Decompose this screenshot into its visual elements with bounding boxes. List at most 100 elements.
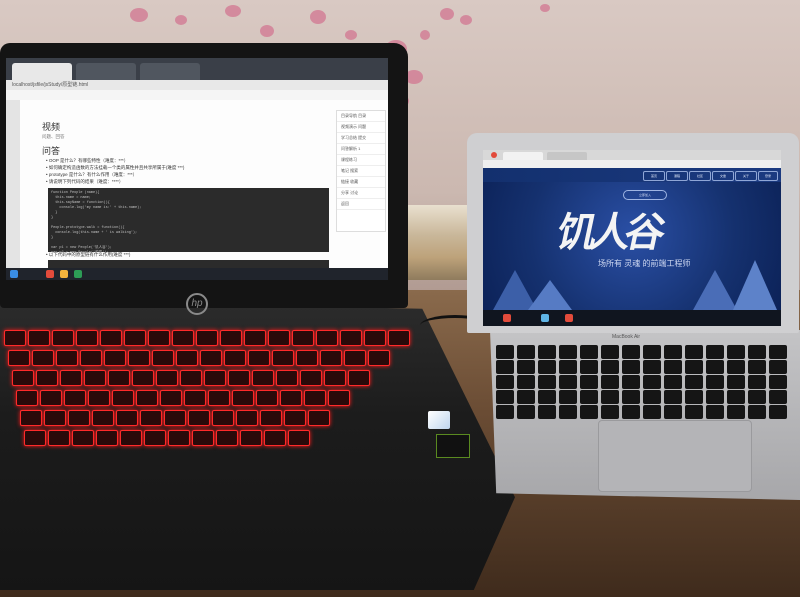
keyboard-key: [184, 390, 206, 406]
flower-decoration: [345, 30, 357, 40]
keyboard-key: [8, 350, 30, 366]
app-icon[interactable]: [541, 314, 549, 322]
sidebar-item[interactable]: 返回: [337, 199, 385, 210]
sidebar-item[interactable]: 视频演示 问题: [337, 122, 385, 133]
keyboard-key: [328, 390, 350, 406]
keyboard-key: [172, 330, 194, 346]
keyboard-key: [706, 345, 724, 359]
keyboard-key: [601, 405, 619, 419]
keyboard-key: [643, 360, 661, 374]
address-bar[interactable]: localhost/jsfile/jsStudy/原型链.html: [6, 80, 388, 90]
keyboard-key: [559, 405, 577, 419]
keyboard-key: [36, 370, 58, 386]
keyboard-key: [208, 390, 230, 406]
browser-tab[interactable]: [547, 152, 587, 160]
sidebar-item[interactable]: 课程练习: [337, 155, 385, 166]
site-nav: 首页 课程 社区 文章 关于 登录: [483, 168, 781, 182]
section-title-qa: 问答: [42, 146, 61, 156]
macbook-trackpad[interactable]: [598, 420, 752, 492]
keyboard-key: [769, 345, 787, 359]
keyboard-key: [517, 390, 535, 404]
keyboard-key: [368, 350, 390, 366]
keyboard-key: [80, 350, 102, 366]
keyboard-key: [244, 330, 266, 346]
chrome-icon[interactable]: [46, 270, 54, 278]
page-left-strip: [6, 100, 20, 268]
browser-tab[interactable]: [503, 152, 543, 160]
nav-item[interactable]: 社区: [689, 171, 711, 181]
keyboard-key: [664, 345, 682, 359]
keyboard-key: [168, 430, 190, 446]
sidebar-item[interactable]: 问答解析 1: [337, 144, 385, 155]
hp-backlit-keyboard: [0, 330, 430, 460]
flower-decoration: [130, 8, 148, 22]
app-icon[interactable]: [503, 314, 511, 322]
keyboard-key: [124, 330, 146, 346]
keyboard-key: [364, 330, 386, 346]
keyboard-key: [664, 360, 682, 374]
nav-item[interactable]: 文章: [712, 171, 734, 181]
list-item: • 如何确定构造函数的方法挂载一个类的属性并且共享所属于(难度 ***): [46, 165, 185, 170]
sidebar-item[interactable]: 笔记 搜索: [337, 166, 385, 177]
start-icon[interactable]: [10, 270, 18, 278]
flower-decoration: [440, 8, 454, 20]
keyboard-key: [176, 350, 198, 366]
nav-item[interactable]: 关于: [735, 171, 757, 181]
sidebar-item[interactable]: 学习总结 提交: [337, 133, 385, 144]
chrome-icon[interactable]: [491, 152, 497, 158]
keyboard-key: [727, 375, 745, 389]
nav-item[interactable]: 登录: [758, 171, 778, 181]
sidebar-item[interactable]: 分享 讨论: [337, 188, 385, 199]
keyboard-key: [280, 390, 302, 406]
keyboard-key: [320, 350, 342, 366]
keyboard-key: [308, 410, 330, 426]
keyboard-key: [517, 360, 535, 374]
keyboard-key: [580, 405, 598, 419]
keyboard-key: [685, 375, 703, 389]
keyboard-key: [348, 370, 370, 386]
app-icon[interactable]: [74, 270, 82, 278]
keyboard-key: [727, 405, 745, 419]
browser-tab[interactable]: [140, 63, 200, 80]
keyboard-key: [538, 390, 556, 404]
keyboard-key: [236, 410, 258, 426]
nav-item[interactable]: 课程: [666, 171, 688, 181]
keyboard-key: [260, 410, 282, 426]
keyboard-key: [268, 330, 290, 346]
keyboard-key: [56, 350, 78, 366]
keyboard-key: [264, 430, 286, 446]
keyboard-key: [344, 350, 366, 366]
flower-decoration: [540, 4, 550, 12]
keyboard-key: [748, 390, 766, 404]
keyboard-key: [156, 370, 178, 386]
hp-logo: hp: [186, 293, 208, 315]
keyboard-key: [84, 370, 106, 386]
nvidia-sticker: [436, 434, 470, 458]
keyboard-key: [643, 390, 661, 404]
keyboard-key: [188, 410, 210, 426]
join-pill[interactable]: 立即加入: [623, 190, 667, 200]
keyboard-key: [108, 370, 130, 386]
keyboard-key: [622, 390, 640, 404]
keyboard-key: [12, 370, 34, 386]
keyboard-key: [44, 410, 66, 426]
keyboard-key: [52, 330, 74, 346]
keyboard-key: [748, 405, 766, 419]
sidebar-item[interactable]: 目录导航 目录: [337, 111, 385, 122]
intel-sticker: [428, 411, 450, 429]
keyboard-key: [64, 390, 86, 406]
sidebar-item[interactable]: 链接 收藏: [337, 177, 385, 188]
nav-item[interactable]: 首页: [643, 171, 665, 181]
address-bar[interactable]: [483, 160, 781, 168]
chrome-icon[interactable]: [565, 314, 573, 322]
keyboard-key: [92, 410, 114, 426]
keyboard-key: [284, 410, 306, 426]
keyboard-key: [180, 370, 202, 386]
browser-tab[interactable]: [76, 63, 136, 80]
folder-icon[interactable]: [60, 270, 68, 278]
macbook-brand-label: MacBook Air: [612, 334, 641, 340]
browser-tab[interactable]: [12, 63, 72, 80]
keyboard-key: [727, 360, 745, 374]
keyboard-key: [300, 370, 322, 386]
keyboard-key: [643, 405, 661, 419]
